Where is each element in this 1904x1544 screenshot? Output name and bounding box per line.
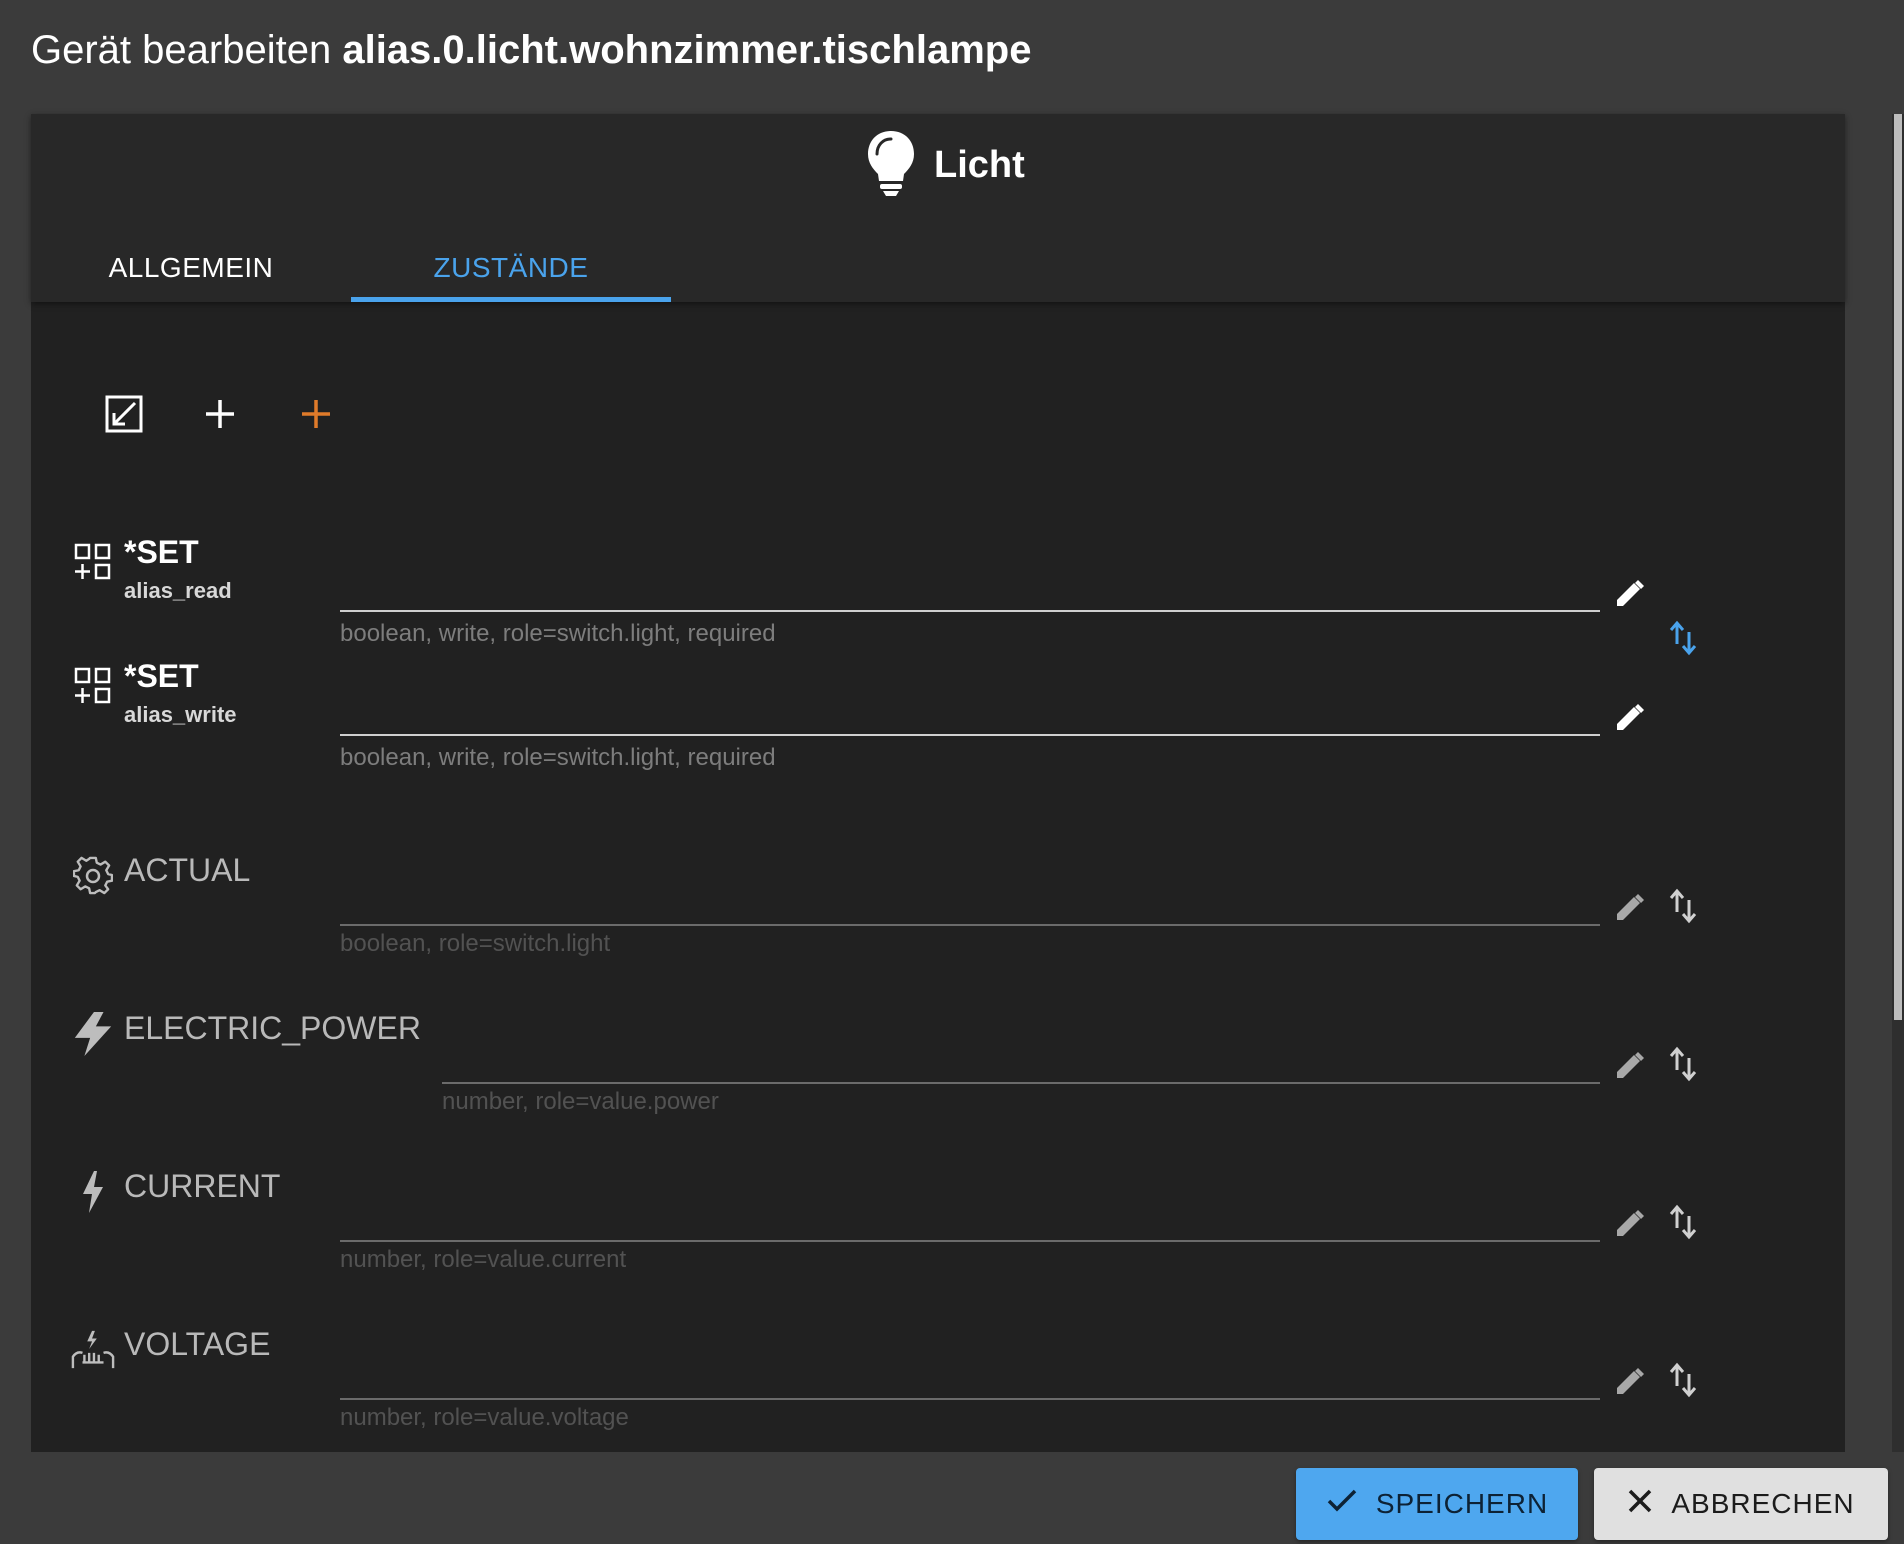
edit-state-button[interactable]	[1607, 698, 1651, 742]
state-grid-icon	[71, 540, 115, 584]
dialog-title-id: alias.0.licht.wohnzimmer.tischlampe	[342, 28, 1032, 72]
scrollbar-thumb[interactable]	[1894, 114, 1902, 1020]
swap-button[interactable]	[1661, 618, 1705, 662]
swap-button[interactable]	[1661, 886, 1705, 930]
swap-vert-icon	[1668, 620, 1698, 661]
state-name: CURRENT	[124, 1168, 281, 1204]
state-helper-text: number, role=value.current	[340, 1246, 627, 1273]
state-name: ELECTRIC_POWER	[124, 1010, 421, 1046]
swap-button[interactable]	[1661, 1360, 1705, 1404]
state-row-current: CURRENT number, role=value.current	[31, 1126, 1845, 1276]
cancel-button[interactable]: ABBRECHEN	[1594, 1468, 1888, 1540]
state-row-set-alias_write: *SET alias_write boolean, write, role=sw…	[31, 658, 1845, 808]
state-row-voltage: VOLTAGE number, role=value.voltage	[31, 1284, 1845, 1434]
state-helper-text: boolean, write, role=switch.light, requi…	[340, 744, 776, 771]
close-icon	[1627, 1488, 1653, 1521]
swap-button[interactable]	[1661, 1202, 1705, 1246]
swap-row	[31, 1044, 1845, 1088]
swap-row	[31, 618, 1845, 662]
swap-vert-icon	[1668, 1046, 1698, 1087]
check-icon	[1326, 1488, 1358, 1521]
state-name: ACTUAL	[124, 852, 251, 888]
swap-vert-icon	[1668, 1362, 1698, 1403]
swap-row	[31, 1202, 1845, 1246]
swap-button[interactable]	[1661, 1044, 1705, 1088]
state-helper-text: number, role=value.power	[442, 1088, 719, 1115]
state-grid-icon	[71, 664, 115, 708]
states-container: *SET alias_read boolean, write, role=swi…	[31, 114, 1845, 1452]
dialog-title-prefix: Gerät bearbeiten	[31, 28, 332, 72]
state-sub: alias_write	[124, 702, 237, 727]
cancel-label: ABBRECHEN	[1671, 1488, 1855, 1519]
swap-row	[31, 886, 1845, 930]
pencil-icon	[1614, 579, 1644, 614]
swap-vert-icon	[1668, 888, 1698, 929]
swap-row	[31, 1360, 1845, 1404]
edit-state-button[interactable]	[1607, 574, 1651, 618]
state-name: VOLTAGE	[124, 1326, 271, 1362]
pencil-icon	[1614, 703, 1644, 738]
state-helper-text: number, role=value.voltage	[340, 1404, 629, 1431]
state-row-electric_power: ELECTRIC_POWER number, role=value.power	[31, 968, 1845, 1118]
scrollbar[interactable]	[1892, 114, 1904, 1452]
state-name: *SET	[124, 534, 199, 570]
state-name: *SET	[124, 658, 199, 694]
save-button[interactable]: SPEICHERN	[1296, 1468, 1578, 1540]
dialog-title: Gerät bearbeiten alias.0.licht.wohnzimme…	[31, 24, 1031, 76]
state-id-input[interactable]	[340, 564, 1600, 612]
state-sub: alias_read	[124, 578, 232, 603]
swap-vert-icon	[1668, 1204, 1698, 1245]
save-label: SPEICHERN	[1375, 1488, 1549, 1519]
state-helper-text: boolean, role=switch.light	[340, 930, 611, 957]
state-id-input[interactable]	[340, 688, 1600, 736]
state-row-actual: ACTUAL boolean, role=switch.light	[31, 810, 1845, 960]
